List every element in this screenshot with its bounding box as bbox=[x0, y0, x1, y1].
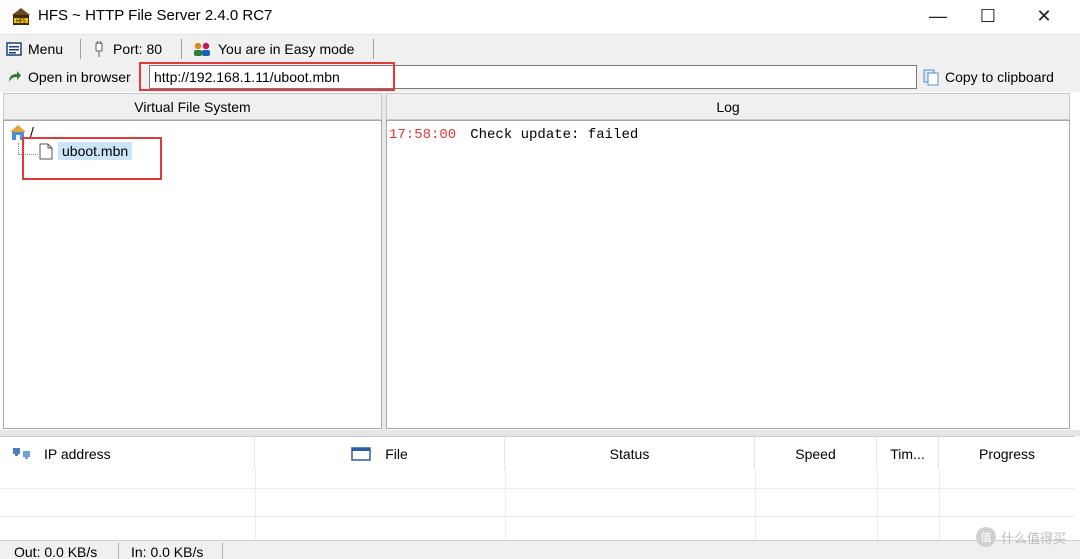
open-in-browser-label: Open in browser bbox=[28, 69, 131, 85]
hfs-app-icon: HFS bbox=[12, 8, 30, 25]
close-icon: ✕ bbox=[1036, 6, 1052, 26]
column-gridline bbox=[755, 470, 756, 540]
column-time[interactable]: Tim... bbox=[877, 437, 939, 471]
vfs-panel: / uboot.mbn bbox=[3, 120, 382, 429]
toolbar-divider bbox=[181, 39, 182, 59]
log-header-label: Log bbox=[716, 98, 740, 115]
window-title: HFS ~ HTTP File Server 2.4.0 RC7 bbox=[38, 7, 273, 24]
maximize-icon: ☐ bbox=[979, 6, 997, 26]
menu-icon bbox=[6, 42, 22, 56]
svg-text:HFS: HFS bbox=[16, 19, 26, 25]
column-status-label: Status bbox=[609, 446, 650, 462]
connections-header: IP address File Status Speed Tim... Prog… bbox=[0, 436, 1075, 471]
minimize-icon: — bbox=[929, 6, 947, 26]
vfs-header-label: Virtual File System bbox=[134, 98, 251, 115]
menu-label: Menu bbox=[28, 41, 64, 57]
log-entry-message: Check update: failed bbox=[470, 127, 639, 143]
column-time-label: Tim... bbox=[890, 446, 925, 462]
svg-text:值: 值 bbox=[980, 531, 991, 544]
column-progress[interactable]: Progress bbox=[939, 437, 1075, 471]
toolbar-divider bbox=[80, 39, 81, 59]
column-progress-label: Progress bbox=[978, 446, 1036, 462]
maximize-button[interactable]: ☐ bbox=[960, 0, 1016, 33]
plug-icon bbox=[95, 41, 103, 57]
title-bar: HFS HFS ~ HTTP File Server 2.4.0 RC7 — ☐… bbox=[0, 0, 1080, 33]
row-gridline bbox=[0, 488, 1075, 489]
copy-to-clipboard-label: Copy to clipboard bbox=[945, 69, 1054, 85]
menu-button[interactable]: Menu bbox=[6, 39, 63, 59]
connections-list[interactable] bbox=[0, 470, 1075, 540]
status-divider bbox=[222, 543, 223, 559]
vfs-file-node[interactable]: uboot.mbn bbox=[39, 142, 133, 160]
copy-to-clipboard-button[interactable]: Copy to clipboard bbox=[922, 67, 1054, 87]
home-icon bbox=[10, 125, 26, 140]
column-gridline bbox=[877, 470, 878, 540]
port-label: Port: 80 bbox=[113, 41, 163, 57]
watermark-logo-icon: 值 bbox=[975, 527, 996, 547]
column-status[interactable]: Status bbox=[505, 437, 755, 471]
log-header: Log bbox=[386, 93, 1070, 120]
tree-connector bbox=[18, 154, 38, 155]
watermark-text: 什么值得买 bbox=[1000, 530, 1066, 546]
open-in-browser-button[interactable]: Open in browser bbox=[6, 67, 142, 87]
file-icon bbox=[39, 143, 53, 159]
out-speed: Out: 0.0 KB/s bbox=[14, 544, 98, 559]
arrow-icon bbox=[9, 71, 21, 82]
mode-label: You are in Easy mode bbox=[218, 41, 355, 57]
column-speed[interactable]: Speed bbox=[755, 437, 877, 471]
network-icon bbox=[13, 448, 30, 459]
watermark: 值 什么值得买 bbox=[975, 526, 1066, 548]
users-icon bbox=[194, 42, 210, 56]
clipboard-icon bbox=[923, 69, 939, 86]
row-gridline bbox=[0, 516, 1075, 517]
column-gridline bbox=[505, 470, 506, 540]
port-button[interactable]: Port: 80 bbox=[92, 39, 162, 59]
column-ip-address-label: IP address bbox=[44, 446, 111, 462]
log-entry-time: 17:58:00 bbox=[389, 127, 457, 143]
column-gridline bbox=[255, 470, 256, 540]
url-bar: Open in browser Copy to clipboard bbox=[0, 62, 1080, 92]
column-file[interactable]: File bbox=[255, 437, 505, 471]
vfs-root-node[interactable]: / bbox=[8, 123, 34, 141]
log-panel: 17:58:00 Check update: failed bbox=[386, 120, 1070, 429]
window-icon bbox=[351, 447, 371, 461]
minimize-button[interactable]: — bbox=[910, 0, 966, 33]
column-speed-label: Speed bbox=[795, 446, 836, 462]
column-file-label: File bbox=[385, 446, 408, 462]
toolbar-divider bbox=[373, 39, 374, 59]
status-bar: Out: 0.0 KB/s In: 0.0 KB/s bbox=[0, 540, 1080, 559]
url-field[interactable] bbox=[149, 65, 917, 89]
vfs-header: Virtual File System bbox=[3, 93, 382, 120]
status-divider bbox=[118, 543, 119, 559]
mode-button[interactable]: You are in Easy mode bbox=[192, 39, 354, 59]
column-gridline bbox=[939, 470, 940, 540]
in-speed: In: 0.0 KB/s bbox=[131, 544, 204, 559]
vfs-root-label: / bbox=[30, 124, 34, 140]
close-button[interactable]: ✕ bbox=[1016, 0, 1072, 33]
column-ip-address[interactable]: IP address bbox=[0, 437, 255, 471]
log-entry: 17:58:00 Check update: failed bbox=[389, 127, 638, 143]
toolbar: Menu Port: 80 You are in Easy mode bbox=[0, 34, 1080, 62]
vfs-file-label: uboot.mbn bbox=[58, 142, 133, 160]
